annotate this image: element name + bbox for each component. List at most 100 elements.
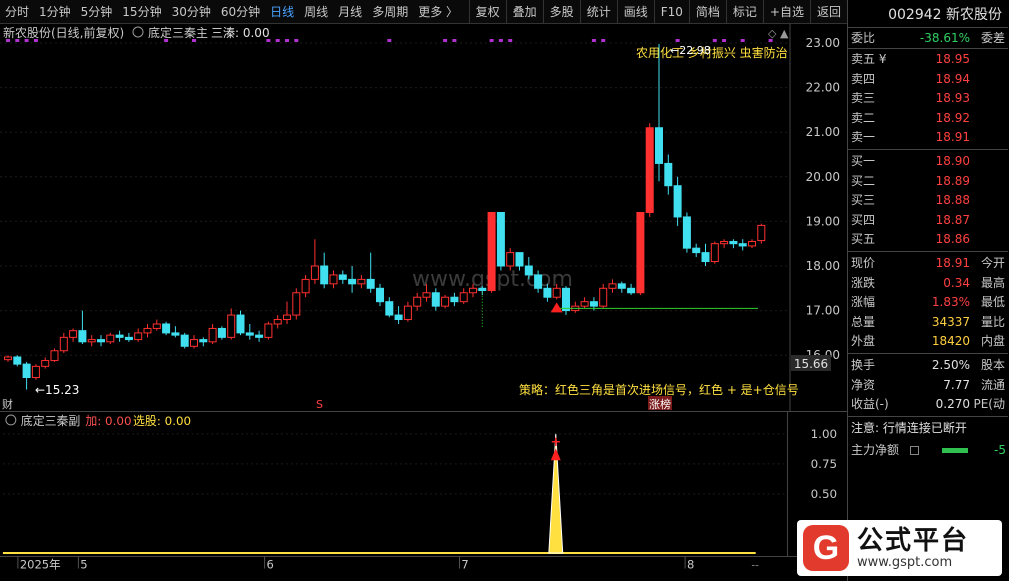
toolbar-action-5[interactable]: F10 — [653, 0, 689, 24]
stat-value: 18.91 — [935, 256, 970, 270]
limit-up-marker[interactable]: 涨榜 — [649, 397, 671, 411]
candle-body — [310, 265, 319, 280]
concept-annotation: 农用化工 乡村振兴 虫害防治 — [636, 45, 788, 60]
toolbar-action-0[interactable]: 复权 — [468, 0, 506, 24]
bid-row[interactable]: 买二 18.89 — [848, 172, 1008, 191]
toolbar-action-2[interactable]: 多股 — [542, 0, 580, 24]
bid-row[interactable]: 买一 18.90 — [848, 152, 1008, 171]
stat-value: 0.34 — [943, 275, 970, 290]
stat-right-label: 最低 — [980, 295, 1005, 310]
event-marker-s[interactable]: S — [316, 398, 323, 411]
y-tick-label: 17.00 — [806, 304, 840, 318]
period-tab-7[interactable]: 周线 — [299, 3, 333, 20]
candle — [320, 252, 329, 289]
ask-row[interactable]: 卖五 ¥ 18.95 — [848, 50, 1008, 69]
weibi-value: -38.61% — [919, 31, 970, 45]
signal-dot — [498, 39, 503, 42]
main-kline-chart[interactable]: 23.0022.0021.0020.0019.0018.0017.0016.00… — [0, 24, 847, 411]
signal-dot — [33, 39, 38, 42]
weibi-label: 委比 — [851, 31, 876, 45]
y-tick-label: 21.00 — [806, 125, 840, 139]
candle-body — [748, 240, 756, 247]
period-tab-3[interactable]: 15分钟 — [117, 3, 166, 20]
sub-value-xuangu: 选股: 0.00 — [133, 414, 191, 428]
period-tab-9[interactable]: 多周期 — [367, 3, 413, 20]
toolbar-action-9[interactable]: 返回 — [809, 0, 847, 24]
indicator-toggle-icon[interactable] — [132, 26, 144, 38]
diamond-icon[interactable]: ◇ — [768, 27, 777, 40]
divider — [848, 48, 1008, 49]
period-tab-5[interactable]: 60分钟 — [216, 3, 265, 20]
sub-y-tick-label: 1.00 — [811, 427, 838, 441]
candle — [283, 301, 291, 324]
candle — [636, 211, 645, 295]
ask-label: 卖五 ¥ — [851, 52, 887, 66]
candle — [41, 357, 50, 369]
candle-body — [31, 365, 40, 379]
list-icon[interactable] — [910, 445, 919, 455]
sub-y-tick-label: 0.75 — [811, 457, 838, 471]
candle-body — [162, 323, 171, 334]
ask-row[interactable]: 卖一 18.91 — [848, 128, 1008, 147]
period-tab-0[interactable]: 分时 — [0, 3, 34, 20]
candle — [208, 323, 217, 345]
bid-row[interactable]: 买五 18.86 — [848, 230, 1008, 249]
toolbar-action-4[interactable]: 画线 — [616, 0, 654, 24]
candle-body — [692, 247, 701, 254]
candle-body — [757, 224, 766, 242]
logo-url: www.gspt.com — [857, 555, 953, 570]
sub-indicator-toggle-icon[interactable] — [5, 414, 17, 426]
bid-row[interactable]: 买四 18.87 — [848, 211, 1008, 230]
candle — [69, 328, 78, 342]
finance-marker[interactable]: 财 — [2, 397, 13, 411]
bid-price: 18.87 — [935, 212, 970, 227]
period-toolbar: 分时 1分钟 5分钟 15分钟 30分钟 60分钟 日线 周线 月线 多周期 更多 〉复权 叠加 多股统… — [0, 0, 847, 24]
collapse-icon[interactable]: ▲ — [780, 27, 789, 40]
period-tab-8[interactable]: 月线 — [333, 3, 367, 20]
toolbar-action-6[interactable]: 简档 — [688, 0, 726, 24]
candle — [255, 330, 264, 342]
candle-body — [487, 211, 496, 292]
stat-label: 换手 — [851, 358, 876, 372]
toolbar-action-7[interactable]: 标记 — [725, 0, 763, 24]
candle — [227, 308, 236, 340]
capital-row[interactable]: 主力净额 -5 — [848, 441, 1008, 460]
ask-row[interactable]: 卖三 18.93 — [848, 89, 1008, 108]
sub-value-jia: 加: 0.00 — [85, 414, 131, 428]
bid-row[interactable]: 买三 18.88 — [848, 191, 1008, 210]
period-tab-4[interactable]: 30分钟 — [167, 3, 216, 20]
signal-dot — [768, 39, 773, 42]
candle — [199, 337, 208, 347]
x-tick-label: 8 — [687, 558, 694, 572]
stat-row: 外盘 18420 内盘 — [848, 332, 1008, 351]
bid-label: 买一 — [851, 154, 876, 168]
bid-label: 买五 — [851, 232, 876, 247]
toolbar-action-3[interactable]: 统计 — [579, 0, 617, 24]
ask-row[interactable]: 卖四 18.94 — [848, 70, 1008, 89]
ask-row[interactable]: 卖二 18.92 — [848, 109, 1008, 128]
signal-dot — [443, 39, 448, 42]
stat-row: 换手 2.50% 股本 — [848, 356, 1008, 375]
period-tab-6[interactable]: 日线 — [265, 3, 299, 20]
stat-value: 1.83% — [931, 295, 970, 310]
period-tab-10[interactable]: 更多 〉 — [413, 3, 463, 20]
main-indicator-value: 三溱: 0.00 — [211, 26, 270, 40]
candle — [357, 274, 366, 289]
candle — [720, 239, 729, 249]
toolbar-action-1[interactable]: 叠加 — [505, 0, 543, 24]
stat-label: 涨跌 — [851, 275, 876, 290]
stat-right-label: 量比 — [980, 314, 1005, 329]
sub-y-tick-label: 0.50 — [811, 487, 838, 501]
candle — [143, 323, 152, 338]
candle — [301, 274, 310, 298]
candle-body — [673, 185, 682, 218]
signal-dot — [675, 39, 680, 42]
period-tab-2[interactable]: 5分钟 — [76, 3, 118, 20]
signal-dot — [591, 39, 596, 42]
period-tab-1[interactable]: 1分钟 — [34, 3, 76, 20]
candle-body — [422, 292, 431, 298]
candle-body — [394, 314, 403, 321]
scroll-control[interactable]: -- — [751, 560, 759, 572]
toolbar-action-8[interactable]: +自选 — [762, 0, 810, 24]
sub-indicator-chart[interactable]: 底定三秦副 加: 0.00 选股: 0.00 1.00 0.75 0.50 + — [0, 411, 847, 556]
